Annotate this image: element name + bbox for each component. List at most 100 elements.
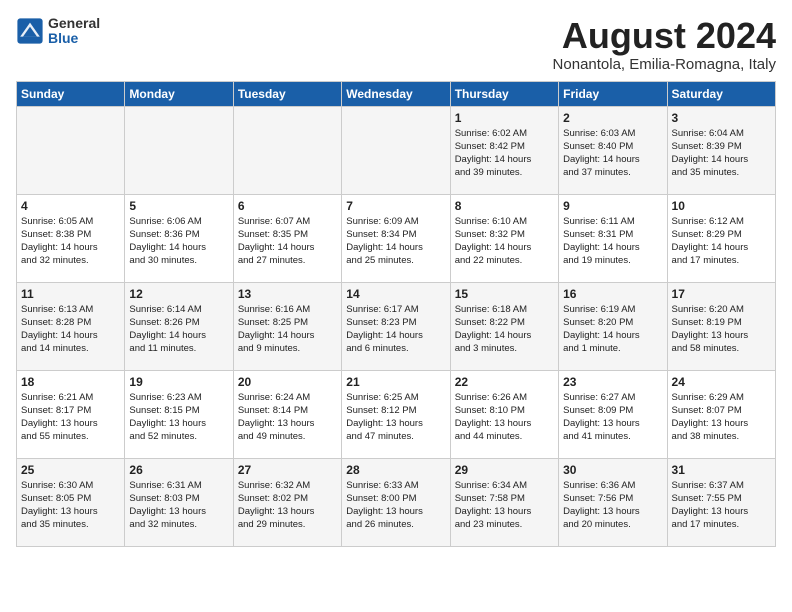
day-info: Sunrise: 6:09 AM Sunset: 8:34 PM Dayligh…: [346, 215, 445, 268]
calendar-day-cell: 9 Sunrise: 6:11 AM Sunset: 8:31 PM Daylig…: [559, 194, 667, 282]
calendar-day-cell: 8 Sunrise: 6:10 AM Sunset: 8:32 PM Daylig…: [450, 194, 558, 282]
day-info: Sunrise: 6:10 AM Sunset: 8:32 PM Dayligh…: [455, 215, 554, 268]
day-number: 10: [672, 199, 771, 213]
day-info: Sunrise: 6:26 AM Sunset: 8:10 PM Dayligh…: [455, 391, 554, 444]
calendar-week-row: 4 Sunrise: 6:05 AM Sunset: 8:38 PM Daylig…: [17, 194, 776, 282]
calendar-day-cell: [342, 106, 450, 194]
calendar-day-cell: 10 Sunrise: 6:12 AM Sunset: 8:29 PM Dayli…: [667, 194, 775, 282]
calendar-day-cell: 31 Sunrise: 6:37 AM Sunset: 7:55 PM Dayli…: [667, 458, 775, 546]
day-info: Sunrise: 6:12 AM Sunset: 8:29 PM Dayligh…: [672, 215, 771, 268]
day-info: Sunrise: 6:23 AM Sunset: 8:15 PM Dayligh…: [129, 391, 228, 444]
weekday-header: Monday: [125, 81, 233, 106]
day-number: 5: [129, 199, 228, 213]
day-info: Sunrise: 6:18 AM Sunset: 8:22 PM Dayligh…: [455, 303, 554, 356]
calendar-day-cell: 7 Sunrise: 6:09 AM Sunset: 8:34 PM Daylig…: [342, 194, 450, 282]
day-number: 23: [563, 375, 662, 389]
weekday-header: Tuesday: [233, 81, 341, 106]
calendar-day-cell: [17, 106, 125, 194]
day-info: Sunrise: 6:05 AM Sunset: 8:38 PM Dayligh…: [21, 215, 120, 268]
day-number: 2: [563, 111, 662, 125]
calendar-day-cell: 5 Sunrise: 6:06 AM Sunset: 8:36 PM Daylig…: [125, 194, 233, 282]
day-info: Sunrise: 6:06 AM Sunset: 8:36 PM Dayligh…: [129, 215, 228, 268]
day-info: Sunrise: 6:34 AM Sunset: 7:58 PM Dayligh…: [455, 479, 554, 532]
day-info: Sunrise: 6:33 AM Sunset: 8:00 PM Dayligh…: [346, 479, 445, 532]
calendar-day-cell: [125, 106, 233, 194]
logo-text: General Blue: [48, 16, 100, 47]
day-number: 7: [346, 199, 445, 213]
calendar-day-cell: 27 Sunrise: 6:32 AM Sunset: 8:02 PM Dayli…: [233, 458, 341, 546]
calendar-day-cell: 19 Sunrise: 6:23 AM Sunset: 8:15 PM Dayli…: [125, 370, 233, 458]
title-block: August 2024 Nonantola, Emilia-Romagna, I…: [553, 16, 776, 73]
day-info: Sunrise: 6:37 AM Sunset: 7:55 PM Dayligh…: [672, 479, 771, 532]
calendar-day-cell: 11Sunrise: 6:13 AM Sunset: 8:28 PM Dayli…: [17, 282, 125, 370]
day-info: Sunrise: 6:14 AM Sunset: 8:26 PM Dayligh…: [129, 303, 228, 356]
logo: General Blue: [16, 16, 100, 47]
day-number: 15: [455, 287, 554, 301]
day-number: 26: [129, 463, 228, 477]
day-number: 31: [672, 463, 771, 477]
day-info: Sunrise: 6:24 AM Sunset: 8:14 PM Dayligh…: [238, 391, 337, 444]
day-info: Sunrise: 6:36 AM Sunset: 7:56 PM Dayligh…: [563, 479, 662, 532]
day-info: Sunrise: 6:02 AM Sunset: 8:42 PM Dayligh…: [455, 127, 554, 180]
calendar-day-cell: 25Sunrise: 6:30 AM Sunset: 8:05 PM Dayli…: [17, 458, 125, 546]
day-info: Sunrise: 6:29 AM Sunset: 8:07 PM Dayligh…: [672, 391, 771, 444]
day-number: 21: [346, 375, 445, 389]
calendar-week-row: 1Sunrise: 6:02 AM Sunset: 8:42 PM Daylig…: [17, 106, 776, 194]
day-number: 11: [21, 287, 120, 301]
calendar-week-row: 18Sunrise: 6:21 AM Sunset: 8:17 PM Dayli…: [17, 370, 776, 458]
day-number: 19: [129, 375, 228, 389]
day-info: Sunrise: 6:04 AM Sunset: 8:39 PM Dayligh…: [672, 127, 771, 180]
calendar-day-cell: 16 Sunrise: 6:19 AM Sunset: 8:20 PM Dayli…: [559, 282, 667, 370]
calendar-day-cell: 28Sunrise: 6:33 AM Sunset: 8:00 PM Dayli…: [342, 458, 450, 546]
logo-icon: [16, 17, 44, 45]
weekday-header: Wednesday: [342, 81, 450, 106]
page-header: General Blue August 2024 Nonantola, Emil…: [16, 16, 776, 73]
day-number: 12: [129, 287, 228, 301]
logo-general: General: [48, 16, 100, 31]
day-number: 3: [672, 111, 771, 125]
day-info: Sunrise: 6:19 AM Sunset: 8:20 PM Dayligh…: [563, 303, 662, 356]
day-number: 25: [21, 463, 120, 477]
calendar-day-cell: [233, 106, 341, 194]
calendar-day-cell: 2 Sunrise: 6:03 AM Sunset: 8:40 PM Daylig…: [559, 106, 667, 194]
day-info: Sunrise: 6:31 AM Sunset: 8:03 PM Dayligh…: [129, 479, 228, 532]
calendar-day-cell: 22 Sunrise: 6:26 AM Sunset: 8:10 PM Dayli…: [450, 370, 558, 458]
day-info: Sunrise: 6:21 AM Sunset: 8:17 PM Dayligh…: [21, 391, 120, 444]
day-number: 8: [455, 199, 554, 213]
calendar-day-cell: 30 Sunrise: 6:36 AM Sunset: 7:56 PM Dayli…: [559, 458, 667, 546]
calendar-day-cell: 13Sunrise: 6:16 AM Sunset: 8:25 PM Dayli…: [233, 282, 341, 370]
day-info: Sunrise: 6:20 AM Sunset: 8:19 PM Dayligh…: [672, 303, 771, 356]
month-title: August 2024: [553, 16, 776, 56]
day-info: Sunrise: 6:27 AM Sunset: 8:09 PM Dayligh…: [563, 391, 662, 444]
day-number: 22: [455, 375, 554, 389]
calendar-week-row: 25Sunrise: 6:30 AM Sunset: 8:05 PM Dayli…: [17, 458, 776, 546]
day-number: 30: [563, 463, 662, 477]
weekday-header: Saturday: [667, 81, 775, 106]
calendar-day-cell: 21Sunrise: 6:25 AM Sunset: 8:12 PM Dayli…: [342, 370, 450, 458]
calendar-day-cell: 26 Sunrise: 6:31 AM Sunset: 8:03 PM Dayli…: [125, 458, 233, 546]
day-number: 29: [455, 463, 554, 477]
calendar-day-cell: 4 Sunrise: 6:05 AM Sunset: 8:38 PM Daylig…: [17, 194, 125, 282]
day-number: 4: [21, 199, 120, 213]
day-number: 9: [563, 199, 662, 213]
day-number: 6: [238, 199, 337, 213]
calendar-day-cell: 15 Sunrise: 6:18 AM Sunset: 8:22 PM Dayli…: [450, 282, 558, 370]
calendar-day-cell: 14Sunrise: 6:17 AM Sunset: 8:23 PM Dayli…: [342, 282, 450, 370]
weekday-header: Friday: [559, 81, 667, 106]
weekday-header: Sunday: [17, 81, 125, 106]
day-info: Sunrise: 6:03 AM Sunset: 8:40 PM Dayligh…: [563, 127, 662, 180]
day-number: 24: [672, 375, 771, 389]
weekday-header-row: SundayMondayTuesdayWednesdayThursdayFrid…: [17, 81, 776, 106]
location: Nonantola, Emilia-Romagna, Italy: [553, 56, 776, 73]
calendar-day-cell: 17Sunrise: 6:20 AM Sunset: 8:19 PM Dayli…: [667, 282, 775, 370]
day-info: Sunrise: 6:11 AM Sunset: 8:31 PM Dayligh…: [563, 215, 662, 268]
day-number: 16: [563, 287, 662, 301]
calendar-day-cell: 6Sunrise: 6:07 AM Sunset: 8:35 PM Daylig…: [233, 194, 341, 282]
calendar-day-cell: 3 Sunrise: 6:04 AM Sunset: 8:39 PM Daylig…: [667, 106, 775, 194]
day-number: 27: [238, 463, 337, 477]
calendar-day-cell: 29 Sunrise: 6:34 AM Sunset: 7:58 PM Dayli…: [450, 458, 558, 546]
calendar-day-cell: 1Sunrise: 6:02 AM Sunset: 8:42 PM Daylig…: [450, 106, 558, 194]
day-info: Sunrise: 6:32 AM Sunset: 8:02 PM Dayligh…: [238, 479, 337, 532]
calendar-week-row: 11Sunrise: 6:13 AM Sunset: 8:28 PM Dayli…: [17, 282, 776, 370]
day-info: Sunrise: 6:16 AM Sunset: 8:25 PM Dayligh…: [238, 303, 337, 356]
